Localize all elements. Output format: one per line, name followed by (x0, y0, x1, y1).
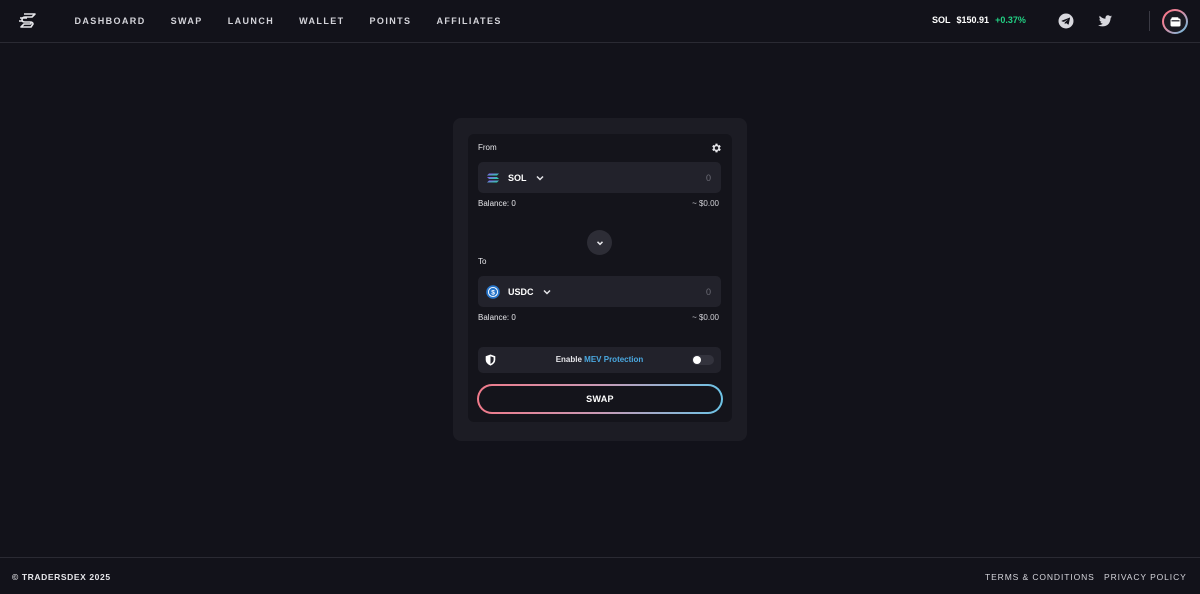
to-token-selector[interactable]: $ USDC (486, 276, 552, 307)
gear-icon[interactable] (710, 142, 722, 154)
ticker-price: $150.91 (956, 15, 990, 25)
nav-affiliates[interactable]: AFFILIATES (424, 16, 514, 26)
mev-protection-row: Enable MEV Protection (478, 347, 721, 373)
to-balance: Balance: 0 (478, 313, 516, 322)
main-nav: DASHBOARD SWAP LAUNCH WALLET POINTS AFFI… (62, 0, 514, 42)
nav-dashboard[interactable]: DASHBOARD (62, 16, 158, 26)
twitter-icon[interactable] (1097, 13, 1113, 29)
to-label: To (478, 257, 487, 266)
from-balance: Balance: 0 (478, 199, 516, 208)
svg-text:$: $ (491, 289, 495, 296)
top-navbar: DASHBOARD SWAP LAUNCH WALLET POINTS AFFI… (0, 0, 1200, 43)
mev-protection-toggle[interactable] (692, 355, 714, 365)
ticker-symbol: SOL (932, 15, 951, 25)
wallet-icon (1170, 16, 1180, 26)
nav-launch[interactable]: LAUNCH (215, 16, 286, 26)
nav-points[interactable]: POINTS (357, 16, 424, 26)
toggle-knob (693, 356, 701, 364)
nav-wallet[interactable]: WALLET (287, 16, 357, 26)
header-divider (1149, 11, 1150, 31)
to-token-symbol: USDC (508, 286, 534, 297)
from-token-row: SOL (478, 162, 721, 193)
sol-token-icon (487, 173, 499, 182)
ticker-change: +0.37% (995, 15, 1026, 25)
tradersdex-logo-icon[interactable] (18, 12, 38, 30)
swap-card: From SOL 0 Balance: 0 ~ $0.00 To $ USDC … (453, 118, 747, 441)
connect-wallet-button[interactable] (1162, 9, 1188, 34)
terms-link[interactable]: TERMS & CONDITIONS (985, 572, 1095, 582)
usdc-token-icon: $ (486, 284, 500, 299)
to-amount-input[interactable] (591, 276, 711, 307)
copyright-text: © TRADERSDEX 2025 (12, 572, 111, 582)
from-amount-input[interactable] (591, 162, 711, 193)
chevron-down-icon (596, 240, 603, 245)
telegram-icon[interactable] (1058, 13, 1074, 29)
to-token-row: $ USDC (478, 276, 721, 307)
mev-protection-text: Enable MEV Protection (478, 355, 721, 364)
swap-button[interactable]: SWAP (477, 384, 723, 414)
swap-button-label: SWAP (479, 386, 721, 412)
wallet-button-inner (1164, 11, 1186, 32)
chevron-down-icon (535, 175, 544, 181)
to-usd-value: ~ $0.00 (692, 313, 719, 322)
flip-tokens-button[interactable] (587, 230, 612, 255)
mev-enable-label: Enable (555, 355, 582, 364)
swap-panel: From SOL 0 Balance: 0 ~ $0.00 To $ USDC … (468, 134, 732, 422)
footer: © TRADERSDEX 2025 TERMS & CONDITIONS PRI… (0, 557, 1200, 594)
chevron-down-icon (542, 289, 551, 295)
from-usd-value: ~ $0.00 (692, 199, 719, 208)
nav-swap[interactable]: SWAP (158, 16, 215, 26)
mev-protection-link[interactable]: MEV Protection (584, 355, 643, 364)
privacy-link[interactable]: PRIVACY POLICY (1104, 572, 1187, 582)
from-label: From (478, 143, 497, 152)
from-token-selector[interactable]: SOL (486, 162, 545, 193)
sol-price-ticker: SOL $150.91 +0.37% (932, 15, 1026, 25)
from-token-symbol: SOL (508, 172, 527, 183)
